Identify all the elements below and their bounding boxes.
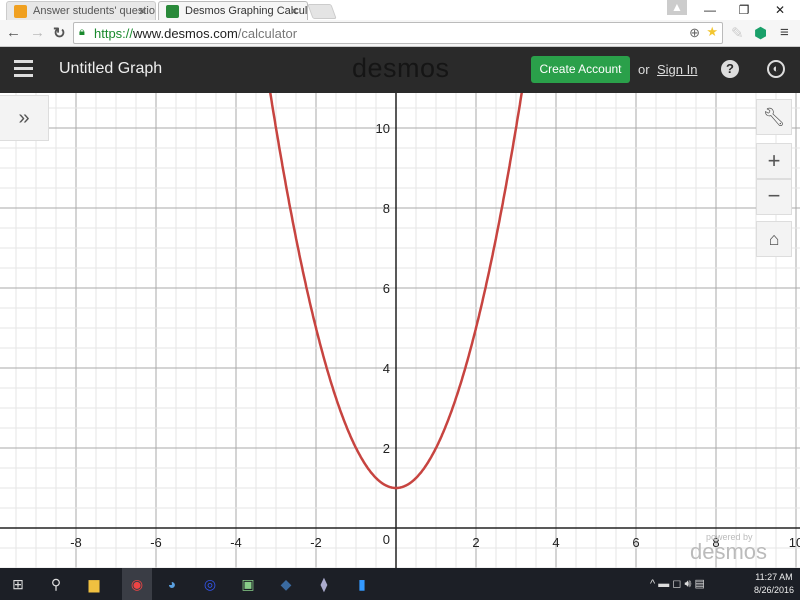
- graph-canvas[interactable]: -8 -6 -4 -2 2 4 6 8 102468100: [0, 25, 800, 569]
- x-tick-label: 4: [552, 535, 559, 550]
- x-tick-label: 2: [472, 535, 479, 550]
- app-icon[interactable]: ◆: [276, 574, 296, 594]
- file-explorer-icon[interactable]: ▆: [84, 574, 104, 594]
- x-tick-label: -6: [150, 535, 162, 550]
- search-icon[interactable]: ⚲: [46, 574, 66, 594]
- star-icon[interactable]: ★: [706, 24, 718, 40]
- app-icon[interactable]: ⧫: [314, 574, 334, 594]
- hamburger-icon[interactable]: [14, 60, 33, 77]
- chrome-taskbar-icon[interactable]: ◉: [122, 568, 152, 600]
- close-tab-icon[interactable]: ✕: [290, 5, 299, 18]
- reload-icon[interactable]: ↻: [53, 24, 66, 42]
- tab-answer-students[interactable]: Answer students' questio ✕: [6, 1, 156, 20]
- desmos-icon: [166, 5, 179, 18]
- tab-strip: Answer students' questio ✕ Desmos Graphin…: [0, 0, 800, 20]
- close-window-button[interactable]: ✕: [766, 0, 794, 20]
- site-icon: [14, 5, 27, 18]
- desmos-header: Untitled Graph desmos Create Account or …: [0, 47, 800, 93]
- home-icon[interactable]: ⌂: [756, 221, 792, 257]
- wrench-icon[interactable]: 🔧︎: [756, 99, 792, 135]
- new-tab-button[interactable]: [307, 4, 337, 19]
- tab-desmos[interactable]: Desmos Graphing Calcula ✕: [158, 1, 308, 20]
- graph-title[interactable]: Untitled Graph: [59, 60, 162, 78]
- app-icon[interactable]: ◎: [200, 574, 220, 594]
- url-scheme: https://: [94, 26, 134, 41]
- create-account-button[interactable]: Create Account: [531, 56, 630, 83]
- app-icon[interactable]: ▮: [352, 574, 372, 594]
- y-tick-label: 2: [383, 441, 390, 456]
- chrome-menu-icon[interactable]: ≡: [780, 24, 789, 41]
- lock-icon: 🔒︎: [79, 26, 85, 38]
- zoom-icon[interactable]: ⊕: [689, 25, 700, 41]
- address-bar[interactable]: 🔒︎ https://www.desmos.com/calculator ⊕ ★: [73, 22, 723, 44]
- help-icon[interactable]: ?: [721, 60, 739, 78]
- origin-label: 0: [383, 532, 390, 547]
- thunderbird-icon[interactable]: ◕: [162, 574, 182, 594]
- y-tick-label: 4: [383, 361, 390, 376]
- y-tick-label: 8: [383, 201, 390, 216]
- x-tick-label: 6: [632, 535, 639, 550]
- url-path: /calculator: [237, 26, 298, 41]
- x-tick-label: -8: [70, 535, 82, 550]
- desmos-logo: desmos: [352, 53, 450, 83]
- y-tick-label: 10: [376, 121, 390, 136]
- eye-extension-icon[interactable]: ⬢: [754, 24, 767, 42]
- or-text: or: [638, 62, 650, 77]
- system-tray-icons[interactable]: ^ ▬ ◻ 🔊︎ ▤: [650, 574, 740, 594]
- app-icon[interactable]: ▣: [238, 574, 258, 594]
- zoom-in-button[interactable]: +: [756, 143, 792, 179]
- url-domain: www.desmos.com: [133, 26, 238, 41]
- minimize-button[interactable]: —: [696, 0, 724, 20]
- graph-paper[interactable]: -8 -6 -4 -2 2 4 6 8 10 2 4 6 8 10 0 » 🔧︎ + − ⌂ powered…: [0, 25, 800, 569]
- clock[interactable]: 11:27 AM 8/26/2016: [754, 571, 794, 597]
- desmos-watermark[interactable]: desmos: [690, 539, 767, 565]
- time: 11:27 AM: [755, 572, 793, 582]
- restore-button[interactable]: ❐: [730, 0, 758, 20]
- x-tick-label: -4: [230, 535, 242, 550]
- profile-icon[interactable]: ▲: [667, 0, 687, 15]
- windows-start-icon[interactable]: ⊞: [8, 574, 28, 594]
- browser-toolbar: ← → ↻ 🔒︎ https://www.desmos.com/calculat…: [0, 20, 800, 47]
- windows-taskbar: ⊞ ⚲ ▆ ◉ ◕ ◎ ▣ ◆ ⧫ ▮ ^ ▬ ◻ 🔊︎ ▤ 11:27 AM 8…: [0, 568, 800, 600]
- y-tick-label: 6: [383, 281, 390, 296]
- tab-label: Answer students' questio: [33, 5, 155, 17]
- x-tick-label: 10: [789, 535, 800, 550]
- zoom-out-button[interactable]: −: [756, 179, 792, 215]
- extension-icon[interactable]: ✎: [731, 24, 744, 42]
- date: 8/26/2016: [753, 585, 794, 595]
- globe-icon[interactable]: ◐: [767, 60, 785, 78]
- close-tab-icon[interactable]: ✕: [138, 5, 147, 18]
- x-tick-label: -2: [310, 535, 322, 550]
- expand-expressions-button[interactable]: »: [0, 95, 49, 141]
- forward-icon[interactable]: →: [30, 24, 45, 41]
- back-icon[interactable]: ←: [6, 24, 21, 41]
- sign-in-link[interactable]: Sign In: [657, 62, 697, 77]
